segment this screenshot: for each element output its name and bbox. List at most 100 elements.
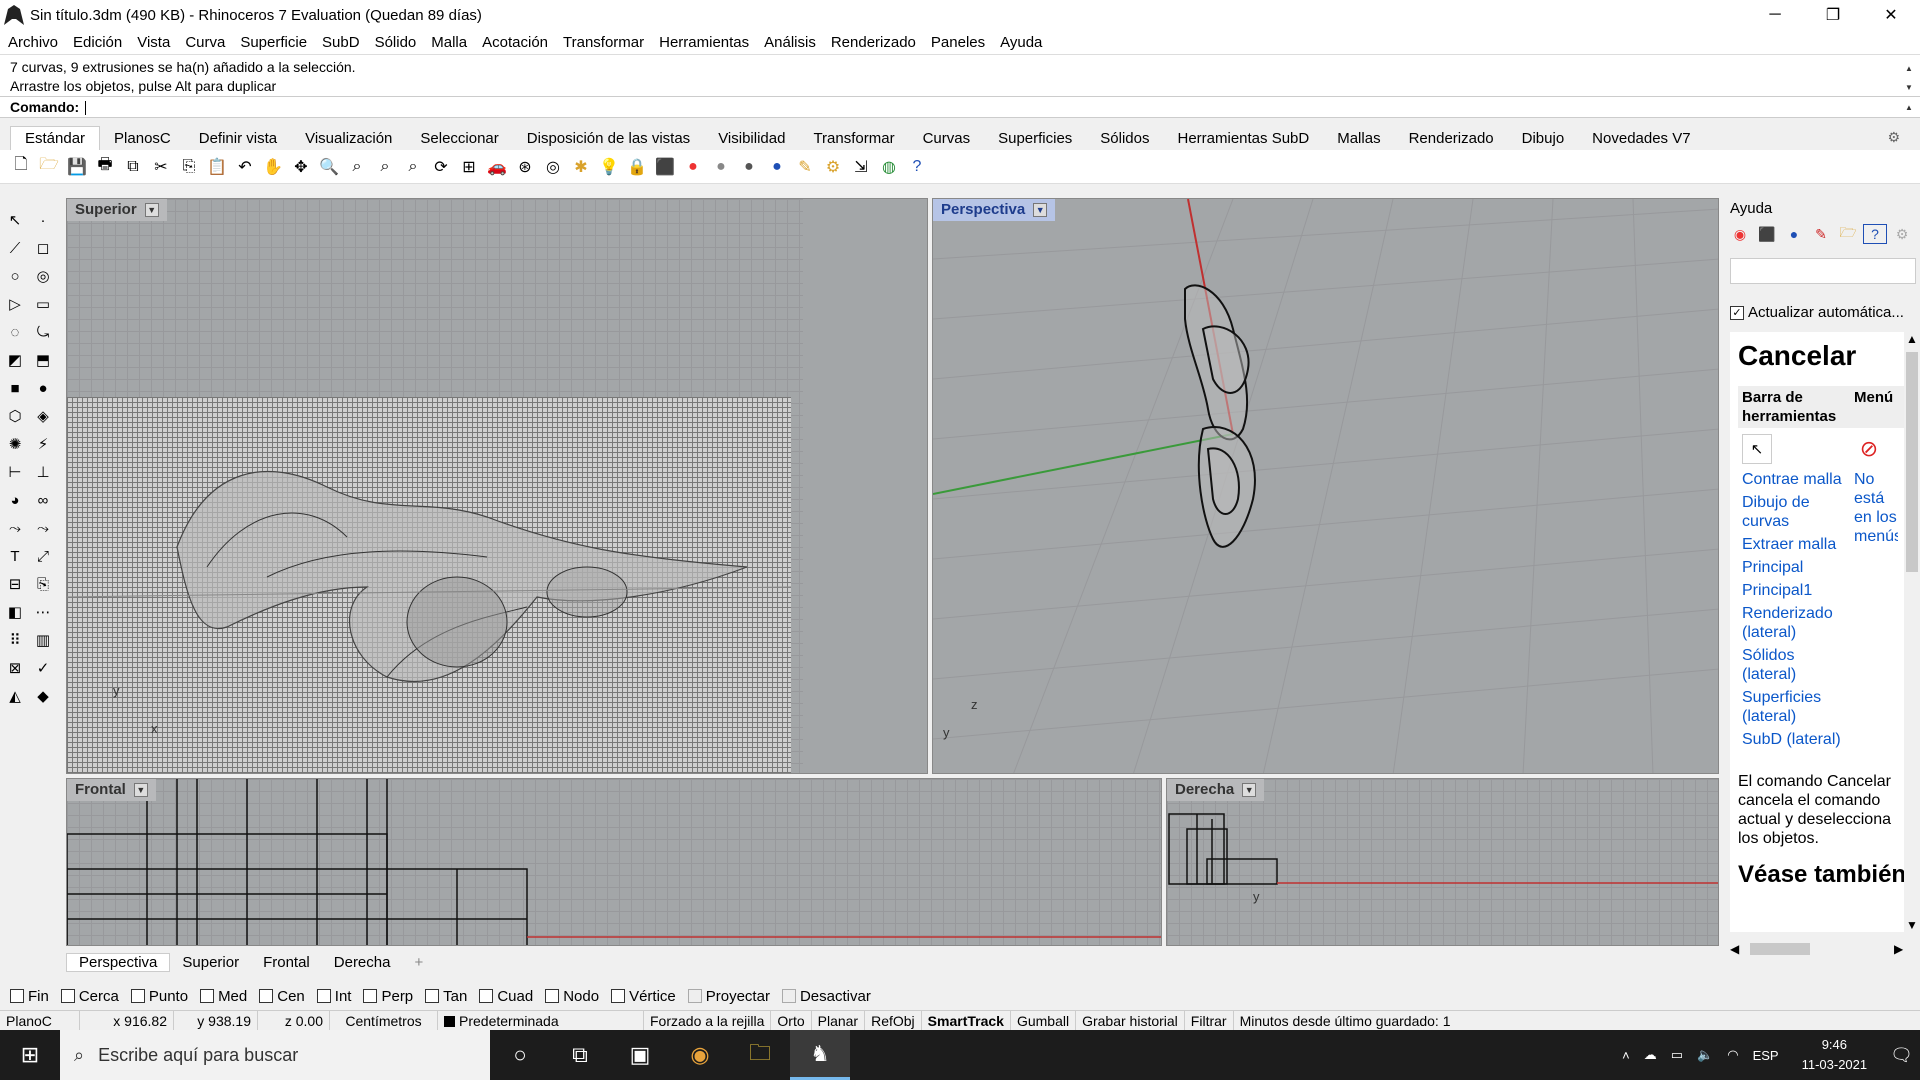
help-link[interactable]: Contrae malla <box>1742 470 1850 489</box>
chevron-down-icon[interactable]: ▼ <box>133 783 148 797</box>
edit-icon[interactable]: ⎘ <box>31 572 55 596</box>
add-viewport-icon[interactable]: + <box>402 954 435 971</box>
help-icon[interactable]: ? <box>906 156 928 178</box>
print-icon[interactable]: 🖶 <box>94 156 116 178</box>
curve-icon[interactable]: ◻ <box>31 236 55 260</box>
status-grid-snap[interactable]: Forzado a la rejilla <box>644 1010 772 1031</box>
checkbox[interactable] <box>259 989 274 1003</box>
osnap-cen[interactable]: Cen <box>259 988 305 1005</box>
group-icon[interactable]: ∞ <box>31 488 55 512</box>
analyze-icon[interactable]: ◕ <box>3 488 27 512</box>
scroll-down-icon[interactable]: ▼ <box>1904 918 1920 932</box>
text-icon[interactable]: ✎ <box>794 156 816 178</box>
status-history[interactable]: Grabar historial <box>1076 1010 1185 1031</box>
minimize-button[interactable]: ─ <box>1746 0 1804 30</box>
arc-icon[interactable]: ◌ <box>3 320 27 344</box>
menu-ayuda[interactable]: Ayuda <box>1000 34 1042 51</box>
checkbox[interactable] <box>545 989 560 1003</box>
extrude-icon[interactable]: ⬒ <box>31 348 55 372</box>
tab-planosc[interactable]: PlanosC <box>100 127 185 150</box>
polyline-icon[interactable]: ⟋ <box>3 236 27 260</box>
menu-analisis[interactable]: Análisis <box>764 34 816 51</box>
auto-update-checkbox[interactable]: ✓ Actualizar automática... <box>1730 304 1904 321</box>
viewport-front[interactable]: Frontal ▼ <box>66 778 1162 946</box>
tab-superficies[interactable]: Superficies <box>984 127 1086 150</box>
environment-icon[interactable]: ● <box>1782 224 1806 244</box>
rhino-taskbar-icon[interactable]: ♞ <box>790 1030 850 1080</box>
menu-herramientas[interactable]: Herramientas <box>659 34 749 51</box>
cut-icon[interactable]: ✂ <box>150 156 172 178</box>
menu-subd[interactable]: SubD <box>322 34 360 51</box>
vp-tab-perspectiva[interactable]: Perspectiva <box>66 952 171 972</box>
osnap-punto[interactable]: Punto <box>130 988 188 1005</box>
osnap-tan[interactable]: Tan <box>425 988 467 1005</box>
status-planar[interactable]: Planar <box>812 1010 866 1031</box>
select-arrow-icon[interactable]: ↖ <box>3 208 27 232</box>
checkbox[interactable]: ✓ <box>1730 305 1744 320</box>
light-icon[interactable]: 💡 <box>598 156 620 178</box>
snap-icon[interactable]: ⊛ <box>514 156 536 178</box>
onedrive-icon[interactable]: ☁ <box>1644 1047 1657 1063</box>
tab-curvas[interactable]: Curvas <box>909 127 985 150</box>
checkbox[interactable] <box>60 989 75 1003</box>
pencil-tool-icon[interactable]: ◆ <box>31 684 55 708</box>
zoom-extents-icon[interactable]: ⌕ <box>374 156 396 178</box>
viewport-top[interactable]: Superior ▼ y x <box>66 198 928 774</box>
command-line[interactable]: Comando: ▲▼ <box>0 96 1920 132</box>
help-link[interactable]: Renderizado (lateral) <box>1742 604 1850 642</box>
explode-icon[interactable]: ⊟ <box>3 572 27 596</box>
gumball-move-icon[interactable]: ⇲ <box>850 156 872 178</box>
tab-mallas[interactable]: Mallas <box>1323 127 1394 150</box>
checkbox[interactable] <box>687 989 702 1003</box>
osnap-proyectar[interactable]: Proyectar <box>687 988 770 1005</box>
zoom-icon[interactable]: 🔍 <box>318 156 340 178</box>
viewport-right[interactable]: Derecha ▼ y <box>1166 778 1719 946</box>
material-icon[interactable]: ⬛ <box>654 156 676 178</box>
paste-icon[interactable]: 📋 <box>206 156 228 178</box>
tab-renderizado[interactable]: Renderizado <box>1395 127 1508 150</box>
sphere-target-icon[interactable]: ◎ <box>542 156 564 178</box>
status-cplane[interactable]: PlanoC <box>0 1010 80 1031</box>
viewport-top-label[interactable]: Superior ▼ <box>67 199 167 221</box>
folder-icon[interactable]: 🗁 <box>1836 224 1860 244</box>
chevron-down-icon[interactable]: ▼ <box>144 203 159 217</box>
toolbar-settings-icon[interactable]: ⚙ <box>1873 126 1914 149</box>
tab-herramientas-subd[interactable]: Herramientas SubD <box>1164 127 1324 150</box>
four-views-icon[interactable]: ⊞ <box>458 156 480 178</box>
status-layer[interactable]: Predeterminada <box>438 1010 644 1031</box>
light-tools-icon[interactable]: ⚡ <box>31 432 55 456</box>
menu-superficie[interactable]: Superficie <box>240 34 307 51</box>
command-history[interactable]: 7 curvas, 9 extrusiones se ha(n) añadido… <box>0 54 1920 96</box>
osnap-vertice[interactable]: Vértice <box>611 988 676 1005</box>
file-explorer-icon[interactable]: 🗀 <box>730 1030 790 1080</box>
menu-solido[interactable]: Sólido <box>375 34 417 51</box>
tab-transformar[interactable]: Transformar <box>799 127 908 150</box>
checkbox[interactable] <box>316 989 331 1003</box>
shade-icon[interactable]: ● <box>710 156 732 178</box>
menu-archivo[interactable]: Archivo <box>8 34 58 51</box>
windows-start-icon[interactable]: ⊞ <box>0 1030 60 1080</box>
settings-icon[interactable]: ⚙ <box>822 156 844 178</box>
undo-icon[interactable]: ↶ <box>234 156 256 178</box>
checkbox[interactable] <box>479 989 494 1003</box>
menu-acotacion[interactable]: Acotación <box>482 34 548 51</box>
boolean-icon[interactable]: ● <box>31 376 55 400</box>
menu-vista[interactable]: Vista <box>137 34 170 51</box>
help-link[interactable]: Sólidos (lateral) <box>1742 646 1850 684</box>
transform-icon[interactable]: ⊥ <box>31 460 55 484</box>
menu-malla[interactable]: Malla <box>431 34 467 51</box>
tab-disposicion[interactable]: Disposición de las vistas <box>513 127 704 150</box>
cancel-toolbar-icon[interactable]: ↖ <box>1742 434 1772 464</box>
subd-icon[interactable]: ◈ <box>31 404 55 428</box>
help-link[interactable]: Principal1 <box>1742 581 1850 600</box>
array-icon[interactable]: ⠿ <box>3 628 27 652</box>
tab-definir-vista[interactable]: Definir vista <box>185 127 291 150</box>
rotate-icon[interactable]: ⟳ <box>430 156 452 178</box>
ellipse-icon[interactable]: ◎ <box>31 264 55 288</box>
help-link[interactable]: Dibujo de curvas <box>1742 493 1850 531</box>
menu-transformar[interactable]: Transformar <box>563 34 644 51</box>
status-units[interactable]: Centímetros <box>330 1010 438 1031</box>
help-link[interactable]: Extraer malla <box>1742 535 1850 554</box>
settings-icon[interactable]: ⚙ <box>1890 224 1914 244</box>
check-icon[interactable]: ✓ <box>31 656 55 680</box>
